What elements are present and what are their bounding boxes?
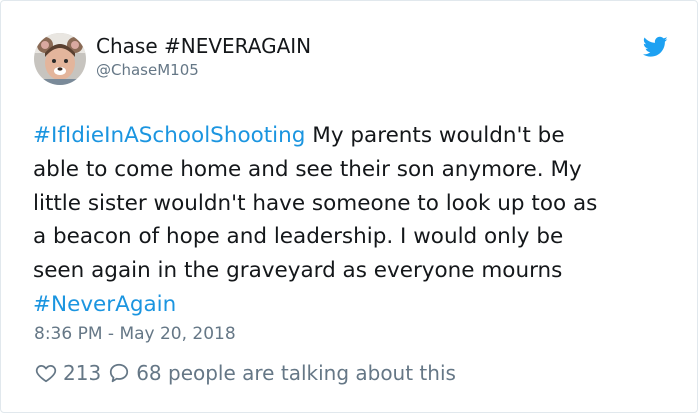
like-button[interactable]: 213 (35, 360, 101, 386)
tweet-card: Chase #NEVERAGAIN @ChaseM105 #IfIdieInAS… (0, 0, 698, 413)
talking-count: 68 people are talking about this (136, 361, 456, 385)
avatar-image (34, 33, 86, 85)
speech-bubble-icon (110, 363, 129, 383)
conversation-button[interactable]: 68 people are talking about this (108, 360, 456, 386)
author-block[interactable]: Chase #NEVERAGAIN @ChaseM105 (96, 34, 311, 80)
user-handle[interactable]: @ChaseM105 (96, 60, 311, 80)
tweet-line: seen again in the graveyard as everyone … (33, 258, 563, 284)
tweet-line: #NeverAgain (33, 288, 673, 322)
timestamp[interactable]: 8:36 PM - May 20, 2018 (34, 323, 236, 345)
tweet-line: #IfIdieInASchoolShooting My parents woul… (33, 119, 673, 153)
avatar[interactable] (34, 33, 86, 85)
like-count: 213 (63, 361, 102, 385)
tweet-text: #IfIdieInASchoolShooting My parents woul… (33, 119, 673, 322)
tweet-line: a beacon of hope and leadership. I would… (33, 224, 564, 250)
tweet-line: able to come home and see their son anym… (33, 156, 582, 182)
hashtag-link[interactable]: #IfIdieInASchoolShooting (33, 123, 305, 148)
display-name[interactable]: Chase #NEVERAGAIN (96, 34, 311, 58)
tweet-line: little sister wouldn't have someone to l… (33, 190, 598, 216)
heart-icon (35, 364, 57, 383)
twitter-bird-icon[interactable] (643, 36, 668, 58)
tweet-actions: 213 68 people are talking about this (35, 360, 456, 386)
hashtag-link[interactable]: #NeverAgain (33, 292, 176, 317)
tweet-text-segment: My parents wouldn't be (305, 123, 565, 148)
